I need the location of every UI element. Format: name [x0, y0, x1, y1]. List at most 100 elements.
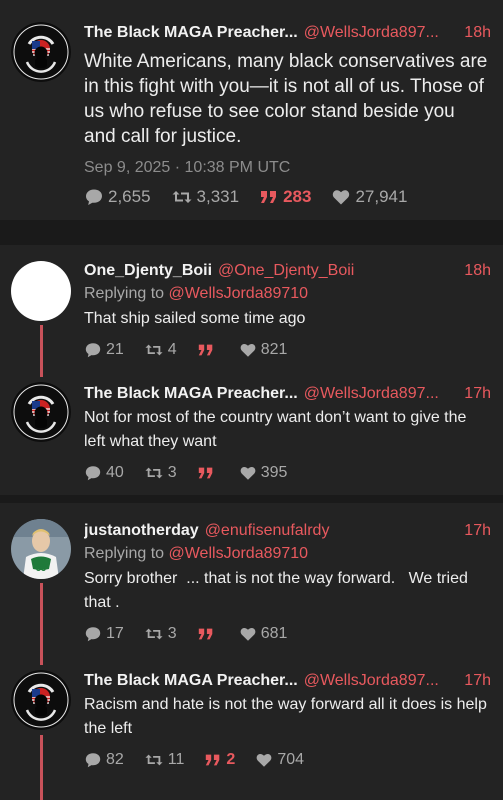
- author-handle[interactable]: @enufisenufalrdy: [205, 521, 457, 541]
- retweet-icon: [144, 625, 164, 643]
- main-post[interactable]: The Black MAGA Preacher... @WellsJorda89…: [0, 0, 503, 220]
- comment-icon: [84, 625, 102, 643]
- replying-prefix: Replying to: [84, 545, 169, 562]
- thread-line: [40, 325, 43, 367]
- reply-post[interactable]: The Black MAGA Preacher... @WellsJorda89…: [0, 655, 503, 800]
- quote-stat[interactable]: [197, 464, 219, 482]
- reply-post[interactable]: One_Djenty_Boii @One_Djenty_Boii 18h Rep…: [0, 245, 503, 367]
- like-stat[interactable]: 27,941: [331, 187, 407, 207]
- author-handle[interactable]: @One_Djenty_Boii: [218, 261, 456, 281]
- retweet-count: 3: [167, 625, 177, 642]
- post-stats: 82 11 2 704: [84, 751, 491, 769]
- author-name[interactable]: The Black MAGA Preacher...: [84, 384, 298, 404]
- avatar-one-djenty-boii[interactable]: [11, 261, 71, 321]
- author-handle[interactable]: @WellsJorda897...: [304, 671, 457, 691]
- like-count: 821: [260, 341, 288, 358]
- retweet-stat[interactable]: 3: [144, 625, 177, 643]
- quote-stat[interactable]: 2: [204, 751, 235, 769]
- post-stats: 40 3 395: [84, 464, 491, 482]
- retweet-count: 11: [167, 751, 185, 768]
- avatar-black-maga-preacher[interactable]: [11, 670, 71, 730]
- retweet-icon: [144, 464, 164, 482]
- comment-stat[interactable]: 82: [84, 751, 124, 769]
- like-count: 395: [260, 464, 288, 481]
- post-time[interactable]: 18h: [464, 23, 491, 43]
- author-name[interactable]: justanotherday: [84, 521, 199, 541]
- post-stats: 21 4 821: [84, 341, 491, 359]
- author-name[interactable]: The Black MAGA Preacher...: [84, 671, 298, 691]
- like-stat[interactable]: 821: [239, 341, 288, 359]
- thread-line: [40, 655, 43, 665]
- post-time[interactable]: 17h: [464, 384, 491, 404]
- retweet-stat[interactable]: 3,331: [171, 187, 240, 207]
- quote-count: 2: [226, 751, 236, 768]
- retweet-icon: [144, 751, 164, 769]
- author-handle[interactable]: @WellsJorda897...: [304, 23, 457, 43]
- comment-icon: [84, 341, 102, 359]
- post-stats: 17 3 681: [84, 625, 491, 643]
- post-time[interactable]: 17h: [464, 671, 491, 691]
- avatar-justanotherday[interactable]: [11, 519, 71, 579]
- post-text: Sorry brother ... that is not the way fo…: [84, 570, 473, 611]
- avatar-black-maga-preacher[interactable]: [11, 382, 71, 442]
- post-text: That ship sailed some time ago: [84, 310, 306, 327]
- author-name[interactable]: The Black MAGA Preacher...: [84, 23, 298, 43]
- post-date[interactable]: Sep 9, 2025 · 10:38 PM UTC: [84, 159, 491, 177]
- replying-to: Replying to @WellsJorda89710: [84, 283, 491, 305]
- quote-icon: [197, 341, 215, 359]
- comment-count: 17: [106, 625, 124, 642]
- replying-handle[interactable]: @WellsJorda89710: [169, 545, 309, 562]
- avatar-black-maga-preacher[interactable]: [11, 22, 71, 82]
- section-divider: [0, 495, 503, 503]
- heart-icon: [239, 464, 257, 482]
- like-stat[interactable]: 681: [239, 625, 288, 643]
- comment-stat[interactable]: 2,655: [84, 187, 151, 207]
- retweet-count: 3: [167, 464, 177, 481]
- retweet-stat[interactable]: 11: [144, 751, 185, 769]
- retweet-stat[interactable]: 4: [144, 341, 177, 359]
- like-count: 27,941: [355, 187, 408, 206]
- post-time[interactable]: 17h: [464, 521, 491, 541]
- quote-icon: [259, 187, 279, 207]
- comment-count: 21: [106, 341, 124, 358]
- retweet-icon: [171, 187, 193, 207]
- reply-post[interactable]: The Black MAGA Preacher... @WellsJorda89…: [0, 367, 503, 495]
- comment-stat[interactable]: 21: [84, 341, 124, 359]
- comment-icon: [84, 751, 102, 769]
- reply-post[interactable]: justanotherday @enufisenufalrdy 17h Repl…: [0, 503, 503, 655]
- comment-stat[interactable]: 40: [84, 464, 124, 482]
- heart-icon: [239, 341, 257, 359]
- comment-icon: [84, 464, 102, 482]
- post-text: Racism and hate is not the way forward a…: [84, 696, 487, 737]
- heart-icon: [331, 187, 351, 207]
- post-stats: 2,655 3,331 283 27,941: [84, 187, 491, 207]
- post-text: Not for most of the country want don’t w…: [84, 409, 467, 450]
- like-stat[interactable]: 704: [255, 751, 304, 769]
- like-stat[interactable]: 395: [239, 464, 288, 482]
- post-text: White Americans, many black conservative…: [84, 51, 488, 147]
- retweet-count: 3,331: [196, 187, 240, 206]
- comment-icon: [84, 187, 104, 207]
- author-handle[interactable]: @WellsJorda897...: [304, 384, 457, 404]
- comment-count: 40: [106, 464, 124, 481]
- heart-icon: [255, 751, 273, 769]
- thread-line: [40, 367, 43, 377]
- thread-line: [40, 735, 43, 800]
- quote-stat[interactable]: [197, 625, 219, 643]
- comment-count: 82: [106, 751, 124, 768]
- replying-handle[interactable]: @WellsJorda89710: [169, 285, 309, 302]
- retweet-count: 4: [167, 341, 177, 358]
- retweet-stat[interactable]: 3: [144, 464, 177, 482]
- comment-stat[interactable]: 17: [84, 625, 124, 643]
- author-name[interactable]: One_Djenty_Boii: [84, 261, 212, 281]
- quote-stat[interactable]: [197, 341, 219, 359]
- retweet-icon: [144, 341, 164, 359]
- replying-prefix: Replying to: [84, 285, 169, 302]
- quote-icon: [197, 625, 215, 643]
- replying-to: Replying to @WellsJorda89710: [84, 543, 491, 565]
- quote-stat[interactable]: 283: [259, 187, 311, 207]
- post-time[interactable]: 18h: [464, 261, 491, 281]
- comment-count: 2,655: [108, 187, 151, 206]
- thread-line: [40, 583, 43, 655]
- like-count: 681: [260, 625, 288, 642]
